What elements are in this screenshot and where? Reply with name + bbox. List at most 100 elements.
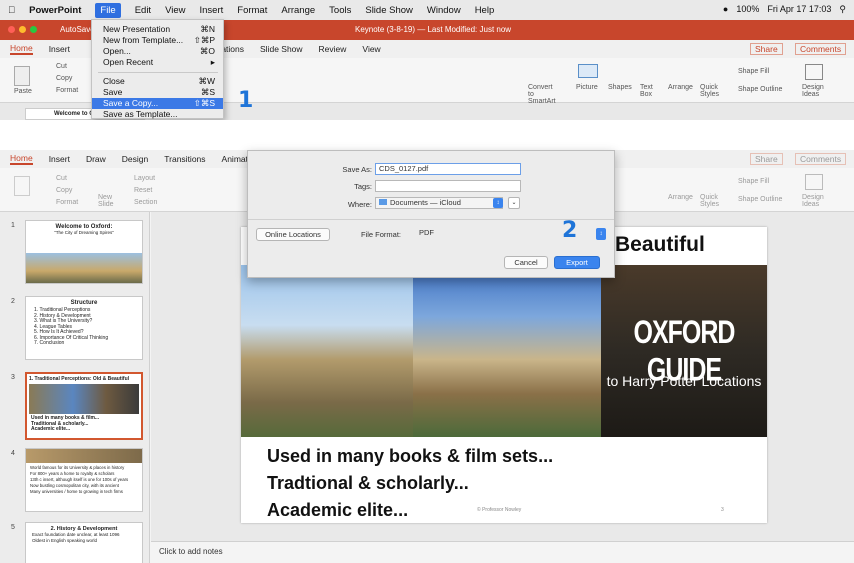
menu-file[interactable]: File [95, 2, 121, 18]
shape-outline-button[interactable]: Shape Outline [738, 196, 782, 203]
menu-item-save[interactable]: Save ⌘S [92, 87, 223, 98]
arrange-button[interactable]: Arrange [668, 84, 693, 91]
zoom-window-icon[interactable] [30, 26, 37, 33]
shape-fill-button[interactable]: Shape Fill [738, 178, 769, 185]
apple-icon[interactable]:  [8, 5, 15, 16]
tab-home[interactable]: Home [10, 153, 33, 165]
paste-icon[interactable] [14, 66, 30, 86]
chevron-updown-icon[interactable]: ↕ [596, 228, 606, 240]
menu-tools[interactable]: Tools [329, 5, 351, 16]
paste-label[interactable]: Paste [14, 88, 32, 95]
menu-item-shortcut: ⌘W [198, 76, 215, 86]
chevron-updown-icon[interactable]: ↕ [493, 198, 503, 208]
expand-dialog-button[interactable]: ⌄ [508, 197, 520, 209]
layout-button[interactable]: Layout [134, 175, 155, 182]
text-box-button[interactable]: Text Box [640, 84, 658, 98]
mac-menu-bar:  PowerPoint File Edit View Insert Forma… [0, 0, 854, 20]
shape-fill-button[interactable]: Shape Fill [738, 68, 769, 75]
slide-thumbnail-4[interactable]: World famous for its University & places… [25, 448, 143, 512]
comments-button[interactable]: Comments [795, 43, 847, 55]
menu-item-save-a-copy[interactable]: Save a Copy... ⇧⌘S [92, 98, 223, 109]
menu-item-close[interactable]: Close ⌘W [92, 76, 223, 87]
menu-format[interactable]: Format [237, 5, 267, 16]
wifi-icon[interactable]: ● [723, 4, 728, 15]
copy-button[interactable]: Copy [56, 187, 72, 194]
menu-item-save-as-template[interactable]: Save as Template... [92, 109, 223, 120]
minimize-window-icon[interactable] [19, 26, 26, 33]
thumb-line: 7. Conclusion [34, 340, 65, 346]
slide-thumbnail-3[interactable]: 1. Traditional Perceptions: Old & Beauti… [25, 372, 143, 440]
format-painter-button[interactable]: Format [56, 199, 78, 206]
tab-slide-show[interactable]: Slide Show [260, 44, 303, 54]
cut-button[interactable]: Cut [56, 63, 67, 70]
section-button[interactable]: Section [134, 199, 157, 206]
submenu-arrow-icon: ▸ [210, 57, 215, 67]
reset-button[interactable]: Reset [134, 187, 152, 194]
search-icon[interactable]: ⚲ [839, 4, 846, 15]
tab-view[interactable]: View [362, 44, 380, 54]
menu-edit[interactable]: Edit [135, 5, 151, 16]
menu-view[interactable]: View [165, 5, 185, 16]
share-button[interactable]: Share [750, 153, 783, 165]
clock[interactable]: Fri Apr 17 17:03 [767, 4, 831, 15]
autosave-label[interactable]: AutoSave [60, 25, 95, 34]
thumb-subtitle: "The City of Dreaming Spires" [54, 230, 114, 235]
online-locations-button[interactable]: Online Locations [256, 228, 330, 241]
design-ideas-icon[interactable] [805, 174, 823, 190]
tab-transitions[interactable]: Transitions [164, 154, 205, 164]
slide-title-fragment[interactable]: Beautiful [615, 233, 705, 257]
picture-button[interactable]: Picture [576, 84, 598, 91]
menu-item-new-from-template[interactable]: New from Template... ⇧⌘P [92, 35, 223, 46]
design-ideas-button[interactable]: Design Ideas [802, 84, 828, 98]
tab-review[interactable]: Review [319, 44, 347, 54]
share-button[interactable]: Share [750, 43, 783, 55]
comments-button[interactable]: Comments [795, 153, 847, 165]
quick-styles-button[interactable]: Quick Styles [700, 194, 722, 208]
cancel-button[interactable]: Cancel [504, 256, 548, 269]
convert-smartart-button[interactable]: Convert to SmartArt [528, 84, 558, 105]
menu-item-open[interactable]: Open... ⌘O [92, 46, 223, 57]
design-ideas-icon[interactable] [805, 64, 823, 80]
slide-thumbnail-1[interactable]: Welcome to Oxford: "The City of Dreaming… [25, 220, 143, 284]
menu-window[interactable]: Window [427, 5, 461, 16]
close-window-icon[interactable] [8, 26, 15, 33]
tab-home[interactable]: Home [10, 43, 33, 55]
thumb-photo [26, 449, 142, 463]
quick-styles-button[interactable]: Quick Styles [700, 84, 722, 98]
menu-slide-show[interactable]: Slide Show [365, 5, 413, 16]
tab-design[interactable]: Design [122, 154, 148, 164]
export-dialog: Save As: CDS_0127.pdf Tags: Where: Docum… [247, 150, 615, 278]
tags-field[interactable] [375, 180, 521, 192]
slide-thumbnail-2[interactable]: Structure 1. Traditional Perceptions 2. … [25, 296, 143, 360]
step-marker-2: 2 [562, 218, 578, 243]
copy-button[interactable]: Copy [56, 75, 72, 82]
format-painter-button[interactable]: Format [56, 87, 78, 94]
cut-button[interactable]: Cut [56, 175, 67, 182]
where-dropdown[interactable]: Documents — iCloud [375, 197, 503, 209]
notes-pane[interactable]: Click to add notes [151, 541, 854, 563]
export-button[interactable]: Export [554, 256, 600, 269]
menu-item-open-recent[interactable]: Open Recent ▸ [92, 57, 223, 68]
design-ideas-button[interactable]: Design Ideas [802, 194, 828, 208]
shapes-button[interactable]: Shapes [608, 84, 632, 91]
picture-icon[interactable] [578, 64, 598, 78]
shape-outline-button[interactable]: Shape Outline [738, 86, 782, 93]
paste-icon[interactable] [14, 176, 30, 196]
save-as-field[interactable]: CDS_0127.pdf [375, 163, 521, 175]
menu-item-new-presentation[interactable]: New Presentation ⌘N [92, 24, 223, 35]
thumb-number: 4 [11, 450, 15, 457]
menu-insert[interactable]: Insert [200, 5, 224, 16]
where-value: Documents — iCloud [390, 198, 461, 207]
menu-arrange[interactable]: Arrange [281, 5, 315, 16]
thumb-line: Academic elite... [31, 426, 71, 432]
slide-footer: © Professor Nowley [477, 507, 522, 513]
tab-insert[interactable]: Insert [49, 44, 70, 54]
menu-help[interactable]: Help [475, 5, 495, 16]
arrange-button[interactable]: Arrange [668, 194, 693, 201]
slide-thumbnail-5[interactable]: 2. History & Development Exact foundatio… [25, 522, 143, 563]
menu-app-name[interactable]: PowerPoint [29, 5, 81, 16]
new-slide-button[interactable]: New Slide [98, 194, 116, 208]
tab-draw[interactable]: Draw [86, 154, 106, 164]
tab-insert[interactable]: Insert [49, 154, 70, 164]
slide-banner-image[interactable]: OXFORD GUIDE to Harry Potter Locations [241, 265, 767, 437]
